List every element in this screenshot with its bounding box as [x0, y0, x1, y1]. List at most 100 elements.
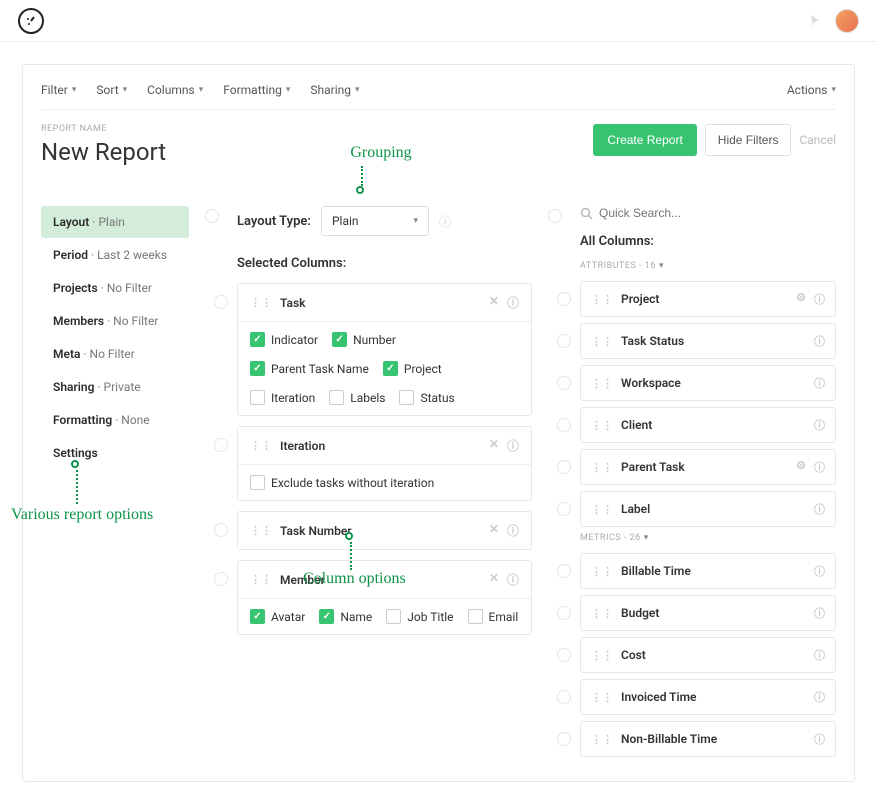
column-item-client[interactable]: ⋮⋮Clientⓘ	[580, 407, 836, 443]
radio-icon[interactable]	[557, 334, 571, 348]
option-exclude-tasks-without-iteration[interactable]: Exclude tasks without iteration	[250, 475, 434, 490]
column-item-non-billable-time[interactable]: ⋮⋮Non-Billable Timeⓘ	[580, 721, 836, 757]
column-item-label[interactable]: ⋮⋮Labelⓘ	[580, 491, 836, 527]
option-job-title[interactable]: Job Title	[386, 609, 453, 624]
quick-search-input[interactable]	[599, 206, 836, 220]
checkbox-icon[interactable]	[250, 332, 265, 347]
option-email[interactable]: Email	[468, 609, 519, 624]
option-indicator[interactable]: Indicator	[250, 332, 318, 347]
checkbox-icon[interactable]	[383, 361, 398, 376]
radio-icon[interactable]	[557, 460, 571, 474]
info-icon[interactable]: ⓘ	[507, 437, 519, 454]
notification-icon[interactable]	[807, 13, 823, 29]
checkbox-icon[interactable]	[329, 390, 344, 405]
info-icon[interactable]: ⓘ	[507, 522, 519, 539]
remove-icon[interactable]: ✕	[489, 294, 499, 311]
drag-handle-icon[interactable]: ⋮⋮	[250, 573, 272, 586]
info-icon[interactable]: ⓘ	[814, 731, 825, 747]
columns-menu[interactable]: Columns▾	[147, 83, 203, 97]
actions-menu[interactable]: Actions▾	[787, 83, 836, 97]
radio-icon[interactable]	[214, 572, 228, 586]
option-avatar[interactable]: Avatar	[250, 609, 305, 624]
radio-icon[interactable]	[214, 523, 228, 537]
radio-icon[interactable]	[557, 564, 571, 578]
radio-icon[interactable]	[557, 606, 571, 620]
option-status[interactable]: Status	[399, 390, 454, 405]
column-item-task-status[interactable]: ⋮⋮Task Statusⓘ	[580, 323, 836, 359]
app-logo[interactable]	[18, 8, 44, 34]
info-icon[interactable]: ⓘ	[814, 459, 825, 475]
checkbox-icon[interactable]	[399, 390, 414, 405]
drag-handle-icon[interactable]: ⋮⋮	[250, 296, 272, 309]
sidebar-item-period[interactable]: Period · Last 2 weeks	[41, 239, 189, 271]
info-icon[interactable]: ⓘ	[814, 375, 825, 391]
sidebar-item-layout[interactable]: Layout · Plain	[41, 206, 189, 238]
option-number[interactable]: Number	[332, 332, 396, 347]
info-icon[interactable]: ⓘ	[814, 333, 825, 349]
filter-menu[interactable]: Filter▾	[41, 83, 76, 97]
info-icon[interactable]: ⓘ	[814, 501, 825, 517]
drag-handle-icon[interactable]: ⋮⋮	[591, 335, 613, 348]
checkbox-icon[interactable]	[250, 609, 265, 624]
hide-filters-button[interactable]: Hide Filters	[705, 124, 792, 156]
checkbox-icon[interactable]	[468, 609, 483, 624]
drag-handle-icon[interactable]: ⋮⋮	[591, 649, 613, 662]
drag-handle-icon[interactable]: ⋮⋮	[591, 733, 613, 746]
radio-icon[interactable]	[557, 648, 571, 662]
remove-icon[interactable]: ✕	[489, 437, 499, 454]
sort-menu[interactable]: Sort▾	[96, 83, 127, 97]
group-header-attributes[interactable]: ATTRIBUTES - 16 ▾	[580, 261, 836, 271]
drag-handle-icon[interactable]: ⋮⋮	[591, 565, 613, 578]
radio-icon[interactable]	[557, 502, 571, 516]
info-icon[interactable]: ⓘ	[814, 563, 825, 579]
radio-icon[interactable]	[557, 376, 571, 390]
drag-handle-icon[interactable]: ⋮⋮	[591, 419, 613, 432]
radio-icon[interactable]	[214, 295, 228, 309]
sidebar-item-formatting[interactable]: Formatting · None	[41, 404, 189, 436]
group-header-metrics[interactable]: METRICS - 26 ▾	[580, 533, 836, 543]
create-report-button[interactable]: Create Report	[593, 124, 696, 156]
radio-icon[interactable]	[557, 690, 571, 704]
sharing-menu[interactable]: Sharing▾	[310, 83, 359, 97]
radio-icon[interactable]	[214, 438, 228, 452]
info-icon[interactable]: ⓘ	[507, 571, 519, 588]
info-icon[interactable]: ⓘ	[814, 291, 825, 307]
drag-handle-icon[interactable]: ⋮⋮	[591, 691, 613, 704]
option-iteration[interactable]: Iteration	[250, 390, 315, 405]
checkbox-icon[interactable]	[332, 332, 347, 347]
option-name[interactable]: Name	[319, 609, 372, 624]
info-icon[interactable]: ⓘ	[814, 647, 825, 663]
sidebar-item-settings[interactable]: Settings	[41, 437, 189, 469]
info-icon[interactable]: ⓘ	[814, 417, 825, 433]
sidebar-item-projects[interactable]: Projects · No Filter	[41, 272, 189, 304]
layout-type-select[interactable]: Plain ▾	[321, 206, 429, 236]
gear-icon[interactable]: ⚙	[796, 291, 806, 307]
checkbox-icon[interactable]	[386, 609, 401, 624]
sidebar-item-sharing[interactable]: Sharing · Private	[41, 371, 189, 403]
info-icon[interactable]: ⓘ	[439, 213, 451, 230]
sidebar-item-members[interactable]: Members · No Filter	[41, 305, 189, 337]
checkbox-icon[interactable]	[250, 390, 265, 405]
radio-icon[interactable]	[557, 418, 571, 432]
avatar[interactable]	[835, 9, 859, 33]
checkbox-icon[interactable]	[319, 609, 334, 624]
drag-handle-icon[interactable]: ⋮⋮	[591, 503, 613, 516]
option-parent-task-name[interactable]: Parent Task Name	[250, 361, 369, 376]
column-item-budget[interactable]: ⋮⋮Budgetⓘ	[580, 595, 836, 631]
option-labels[interactable]: Labels	[329, 390, 385, 405]
cancel-link[interactable]: Cancel	[799, 133, 836, 147]
column-item-workspace[interactable]: ⋮⋮Workspaceⓘ	[580, 365, 836, 401]
radio-icon[interactable]	[557, 292, 571, 306]
option-project[interactable]: Project	[383, 361, 442, 376]
column-item-cost[interactable]: ⋮⋮Costⓘ	[580, 637, 836, 673]
info-icon[interactable]: ⓘ	[814, 605, 825, 621]
radio-icon[interactable]	[557, 732, 571, 746]
info-icon[interactable]: ⓘ	[814, 689, 825, 705]
column-item-parent-task[interactable]: ⋮⋮Parent Task⚙ⓘ	[580, 449, 836, 485]
drag-handle-icon[interactable]: ⋮⋮	[250, 439, 272, 452]
remove-icon[interactable]: ✕	[489, 571, 499, 588]
drag-handle-icon[interactable]: ⋮⋮	[591, 293, 613, 306]
column-item-project[interactable]: ⋮⋮Project⚙ⓘ	[580, 281, 836, 317]
column-item-billable-time[interactable]: ⋮⋮Billable Timeⓘ	[580, 553, 836, 589]
column-item-invoiced-time[interactable]: ⋮⋮Invoiced Timeⓘ	[580, 679, 836, 715]
